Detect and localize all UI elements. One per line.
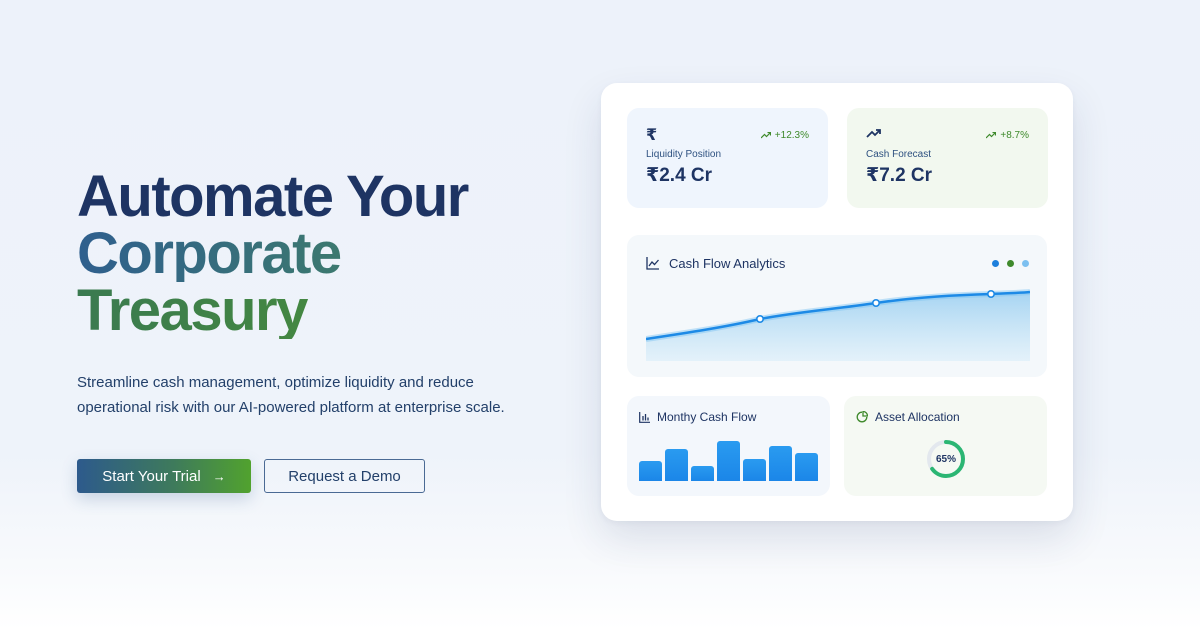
forecast-label: Cash Forecast <box>866 149 932 160</box>
forecast-stat-card[interactable]: +8.7% Cash Forecast ₹7.2 Cr <box>847 108 1048 208</box>
trend-up-small-icon <box>760 131 771 138</box>
request-demo-label: Request a Demo <box>288 467 401 485</box>
allocation-donut: 65% <box>925 438 967 480</box>
cash-flow-point-2[interactable] <box>872 299 881 308</box>
cash-flow-point-3[interactable] <box>986 289 995 299</box>
monthly-bar[interactable] <box>639 461 662 481</box>
liquidity-change-value: +12.3% <box>774 129 809 141</box>
liquidity-stat-card[interactable]: ₹ +12.3% Liquidity Position ₹2.4 Cr <box>627 108 828 208</box>
headline-line-1: Automate Your <box>77 164 469 229</box>
legend-dot-light-blue[interactable] <box>1022 260 1029 267</box>
cash-flow-area <box>646 292 1030 361</box>
monthly-title-text: Monthy Cash Flow <box>657 410 757 424</box>
arrow-right-icon: → <box>212 468 226 484</box>
hero-headline: Automate Your Corporate Treasury <box>77 164 557 340</box>
rupee-icon: ₹ <box>646 127 658 144</box>
monthly-cash-flow-panel[interactable]: Monthy Cash Flow <box>627 396 830 496</box>
trend-up-small-icon <box>986 131 997 138</box>
asset-allocation-panel[interactable]: Asset Allocation 65% <box>844 396 1047 496</box>
legend-dot-green[interactable] <box>1007 260 1014 267</box>
cash-flow-line-chart <box>646 289 1030 361</box>
liquidity-change: +12.3% <box>760 129 809 141</box>
monthly-bar[interactable] <box>691 466 714 481</box>
liquidity-value: ₹2.4 Cr <box>646 165 713 186</box>
cash-flow-analytics-panel[interactable]: Cash Flow Analytics <box>627 235 1047 377</box>
dashboard-card: ₹ +12.3% Liquidity Position ₹2.4 Cr +8.7… <box>601 83 1073 521</box>
monthly-title: Monthy Cash Flow <box>639 410 756 424</box>
monthly-bar[interactable] <box>795 453 818 481</box>
cta-row: Start Your Trial → Request a Demo <box>77 459 557 493</box>
cash-flow-point-1[interactable] <box>756 314 765 323</box>
headline-line-2: Corporate <box>77 225 557 283</box>
forecast-change: +8.7% <box>986 130 1029 141</box>
allocation-title: Asset Allocation <box>856 410 960 424</box>
analytics-legend <box>992 260 1029 267</box>
monthly-bar[interactable] <box>769 446 792 481</box>
monthly-bar[interactable] <box>743 459 766 481</box>
forecast-change-value: +8.7% <box>1000 129 1029 141</box>
trend-up-icon <box>866 126 882 144</box>
start-trial-label: Start Your Trial <box>102 467 201 485</box>
allocation-title-text: Asset Allocation <box>875 410 960 424</box>
request-demo-button[interactable]: Request a Demo <box>264 459 425 493</box>
monthly-bar[interactable] <box>665 449 688 481</box>
hero-section: Automate Your Corporate Treasury Streaml… <box>77 168 557 493</box>
monthly-bar[interactable] <box>717 441 740 481</box>
analytics-title-text: Cash Flow Analytics <box>669 256 786 271</box>
forecast-value: ₹7.2 Cr <box>866 165 933 186</box>
legend-dot-blue[interactable] <box>992 260 999 267</box>
line-chart-icon <box>646 257 659 270</box>
headline-line-3: Treasury <box>77 282 557 340</box>
start-trial-button[interactable]: Start Your Trial → <box>77 459 251 493</box>
allocation-percent: 65% <box>935 453 956 465</box>
liquidity-label: Liquidity Position <box>646 149 722 160</box>
bar-chart-icon <box>639 411 650 423</box>
pie-chart-icon <box>856 411 868 423</box>
monthly-bars <box>639 437 818 481</box>
analytics-title: Cash Flow Analytics <box>646 256 785 271</box>
hero-subtext: Streamline cash management, optimize liq… <box>77 374 505 416</box>
